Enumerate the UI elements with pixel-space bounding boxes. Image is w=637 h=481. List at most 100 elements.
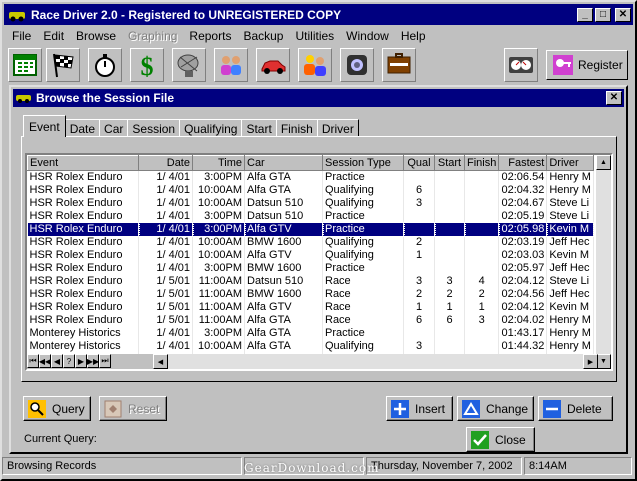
contacts-button[interactable] (214, 48, 248, 82)
table-cell: 1/ 5/01 (138, 301, 193, 314)
maximize-button[interactable]: □ (595, 7, 611, 22)
insert-button[interactable]: Insert (386, 396, 453, 421)
first-record-button[interactable]: ⏮ (27, 354, 39, 368)
scroll-down-button[interactable]: ▼ (596, 354, 611, 369)
race-driver-app-icon (16, 95, 31, 103)
prev-record-button[interactable]: ◀ (51, 354, 63, 368)
table-cell: 10:00AM (192, 184, 245, 197)
table-row[interactable]: HSR Rolex Enduro 1/ 4/01 10:00AM Alfa GTV Qu… (27, 249, 594, 262)
prev-page-button[interactable]: ◀◀ (39, 354, 51, 368)
tab-qualifying[interactable]: Qualifying (179, 119, 243, 137)
session-grid[interactable]: Event Date Time Car Session Type Qual St… (25, 153, 613, 371)
minus-icon (543, 399, 561, 418)
communications-button[interactable] (172, 48, 206, 82)
column-header-event[interactable]: Event (27, 155, 139, 171)
column-header-start[interactable]: Start (434, 155, 465, 171)
column-header-car[interactable]: Car (244, 155, 323, 171)
reset-icon (104, 400, 122, 417)
scroll-up-button[interactable]: ▲ (596, 155, 611, 170)
query-button[interactable]: Query (23, 396, 91, 421)
drivers-button[interactable] (298, 48, 332, 82)
next-record-button[interactable]: ▶ (75, 354, 87, 368)
menu-utilities[interactable]: Utilities (289, 29, 340, 43)
register-button[interactable]: Register (546, 50, 628, 80)
change-button[interactable]: Change (457, 396, 534, 421)
table-cell: Datsun 510 (244, 210, 323, 223)
next-page-button[interactable]: ▶▶ (87, 354, 99, 368)
reset-button: Reset (99, 396, 167, 421)
child-close-button[interactable]: ✕ (606, 91, 622, 105)
vertical-scrollbar[interactable]: ▲ ▼ (596, 155, 611, 369)
table-cell: 3 (403, 197, 435, 210)
tab-event[interactable]: Event (23, 115, 66, 137)
table-cell: Race (322, 314, 404, 327)
scroll-right-button[interactable]: ▶ (583, 354, 598, 369)
tab-date[interactable]: Date (64, 119, 101, 137)
child-window-title: Browse the Session File (36, 91, 175, 105)
column-header-driver[interactable]: Driver (546, 155, 594, 171)
scroll-left-button[interactable]: ◀ (153, 354, 168, 369)
status-date: Thursday, November 7, 2002 (366, 457, 522, 475)
table-row[interactable]: HSR Rolex Enduro 1/ 4/01 3:00PM Alfa GTA Pra… (27, 170, 594, 184)
horizontal-scrollbar[interactable]: ◀ ▶ (153, 354, 598, 369)
tab-car[interactable]: Car (99, 119, 129, 137)
calendar-button[interactable] (8, 48, 42, 82)
menu-backup[interactable]: Backup (237, 29, 289, 43)
sessions-button[interactable] (88, 48, 122, 82)
table-row[interactable]: HSR Rolex Enduro 1/ 5/01 11:00AM BMW 1600 Ra… (27, 288, 594, 301)
table-cell: 02:03.19 (498, 236, 548, 249)
table-row[interactable]: HSR Rolex Enduro 1/ 5/01 11:00AM Alfa GTV Ra… (27, 301, 594, 314)
table-row[interactable]: HSR Rolex Enduro 1/ 4/01 10:00AM Datsun 510… (27, 197, 594, 210)
menu-browse[interactable]: Browse (70, 29, 122, 43)
delete-button[interactable]: Delete (538, 396, 613, 421)
status-time: 8:14AM (524, 457, 632, 475)
column-header-time[interactable]: Time (192, 155, 245, 171)
close-label: Close (495, 432, 526, 447)
menu-help[interactable]: Help (395, 29, 432, 43)
table-cell: Alfa GTA (244, 170, 323, 184)
dashboard-button[interactable] (504, 48, 538, 82)
tab-driver[interactable]: Driver (316, 119, 359, 137)
table-cell: HSR Rolex Enduro (27, 236, 139, 249)
tab-start[interactable]: Start (241, 119, 277, 137)
column-header-session-type[interactable]: Session Type (322, 155, 404, 171)
tab-session[interactable]: Session (127, 119, 181, 137)
menu-file[interactable]: File (6, 29, 37, 43)
tab-finish[interactable]: Finish (275, 119, 318, 137)
menu-window[interactable]: Window (340, 29, 395, 43)
table-cell: Practice (322, 327, 404, 340)
menu-edit[interactable]: Edit (37, 29, 70, 43)
table-row[interactable]: HSR Rolex Enduro 1/ 4/01 10:00AM BMW 1600 Qu… (27, 236, 594, 249)
find-record-button[interactable]: ? (63, 354, 75, 368)
table-cell: 10:00AM (192, 340, 245, 353)
table-cell (464, 184, 500, 197)
table-cell: Practice (322, 170, 404, 184)
minimize-button[interactable]: _ (577, 7, 593, 22)
table-cell: Datsun 510 (244, 275, 323, 288)
travel-button[interactable] (382, 48, 416, 82)
table-row[interactable]: HSR Rolex Enduro 1/ 5/01 11:00AM Alfa GTA Ra… (27, 314, 594, 327)
last-record-button[interactable]: ⏭ (99, 354, 111, 368)
tires-button[interactable] (340, 48, 374, 82)
column-header-date[interactable]: Date (138, 155, 193, 171)
table-cell: 1/ 5/01 (138, 288, 193, 301)
cars-button[interactable] (256, 48, 290, 82)
close-dialog-button[interactable]: Close (466, 427, 535, 452)
column-header-qual[interactable]: Qual (403, 155, 435, 171)
table-row[interactable]: Monterey Historics 1/ 4/01 3:00PM Alfa GTA P… (27, 327, 594, 340)
menu-reports[interactable]: Reports (183, 29, 237, 43)
table-row[interactable]: Monterey Historics 1/ 4/01 10:00AM Alfa GTA… (27, 340, 594, 353)
expenses-button[interactable]: $ (130, 48, 164, 82)
table-row[interactable]: HSR Rolex Enduro 1/ 4/01 10:00AM Alfa GTA Qu… (27, 184, 594, 197)
table-row[interactable]: HSR Rolex Enduro 1/ 4/01 3:00PM BMW 1600 Pra… (27, 262, 594, 275)
table-row[interactable]: HSR Rolex Enduro 1/ 4/01 3:00PM Alfa GTV Pra… (27, 222, 595, 237)
table-cell: Jeff Hec (546, 288, 594, 301)
table-row[interactable]: HSR Rolex Enduro 1/ 5/01 11:00AM Datsun 510… (27, 275, 594, 288)
events-button[interactable] (46, 48, 80, 82)
column-header-finish[interactable]: Finish (463, 155, 500, 171)
table-cell: 1/ 5/01 (138, 314, 193, 327)
table-row[interactable]: HSR Rolex Enduro 1/ 4/01 3:00PM Datsun 510 P… (27, 210, 594, 223)
column-header-fastest[interactable]: Fastest (498, 155, 548, 171)
table-cell: 02:05.97 (498, 262, 548, 275)
close-button[interactable]: ✕ (615, 7, 631, 22)
